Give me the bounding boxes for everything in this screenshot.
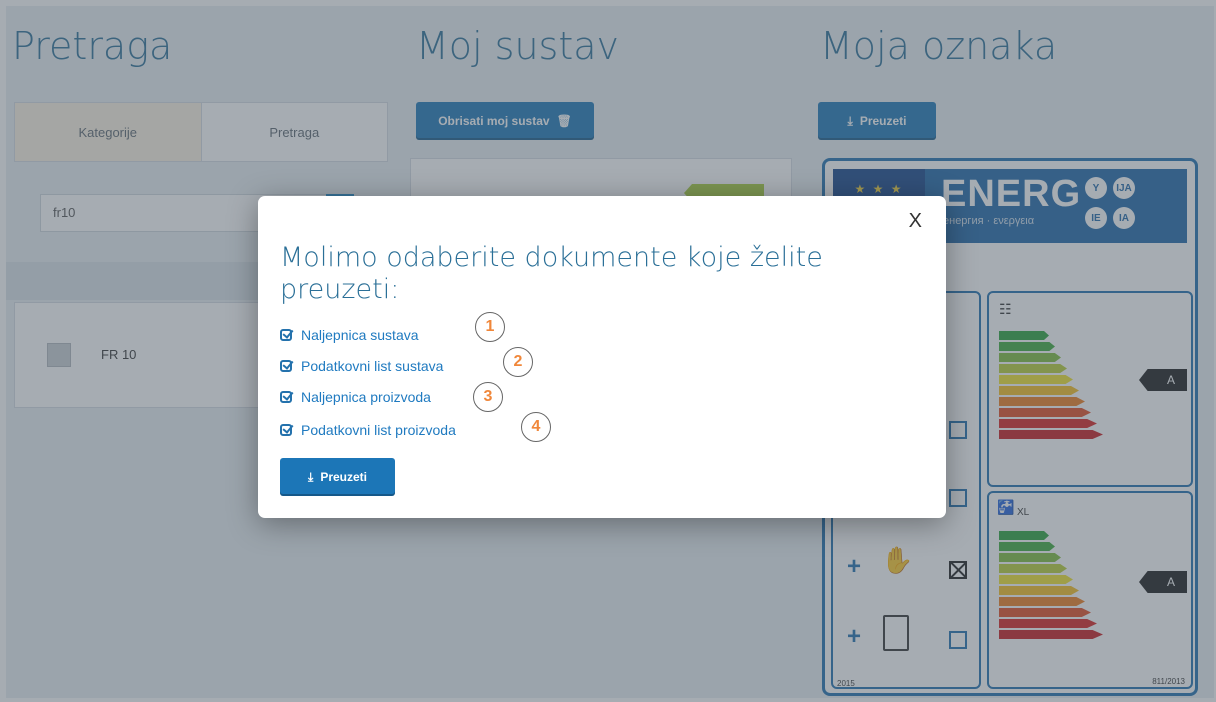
checkbox-checked-icon[interactable] bbox=[280, 391, 292, 403]
option-label[interactable]: Podatkovni list sustava bbox=[301, 358, 443, 374]
download-button[interactable]: ⤓ Preuzeti bbox=[280, 458, 395, 496]
option-product-label[interactable]: Naljepnica proizvoda bbox=[280, 389, 431, 405]
checkbox-checked-icon[interactable] bbox=[280, 424, 292, 436]
dialog-title: Molimo odaberite dokumente koje želite p… bbox=[280, 242, 823, 305]
download-icon: ⤓ bbox=[308, 469, 314, 484]
option-system-datasheet[interactable]: Podatkovni list sustava bbox=[280, 358, 443, 374]
step-number-badge: 1 bbox=[475, 312, 505, 342]
step-number-badge: 2 bbox=[503, 347, 533, 377]
download-button-label: Preuzeti bbox=[320, 470, 367, 484]
step-number-badge: 4 bbox=[521, 412, 551, 442]
option-system-label[interactable]: Naljepnica sustava bbox=[280, 327, 419, 343]
step-number-badge: 3 bbox=[473, 382, 503, 412]
option-label[interactable]: Naljepnica proizvoda bbox=[301, 389, 431, 405]
download-dialog: X Molimo odaberite dokumente koje želite… bbox=[258, 196, 946, 518]
checkbox-checked-icon[interactable] bbox=[280, 329, 292, 341]
option-product-datasheet[interactable]: Podatkovni list proizvoda bbox=[280, 422, 456, 438]
checkbox-checked-icon[interactable] bbox=[280, 360, 292, 372]
option-label[interactable]: Podatkovni list proizvoda bbox=[301, 422, 456, 438]
close-button[interactable]: X bbox=[909, 210, 922, 233]
option-label[interactable]: Naljepnica sustava bbox=[301, 327, 419, 343]
